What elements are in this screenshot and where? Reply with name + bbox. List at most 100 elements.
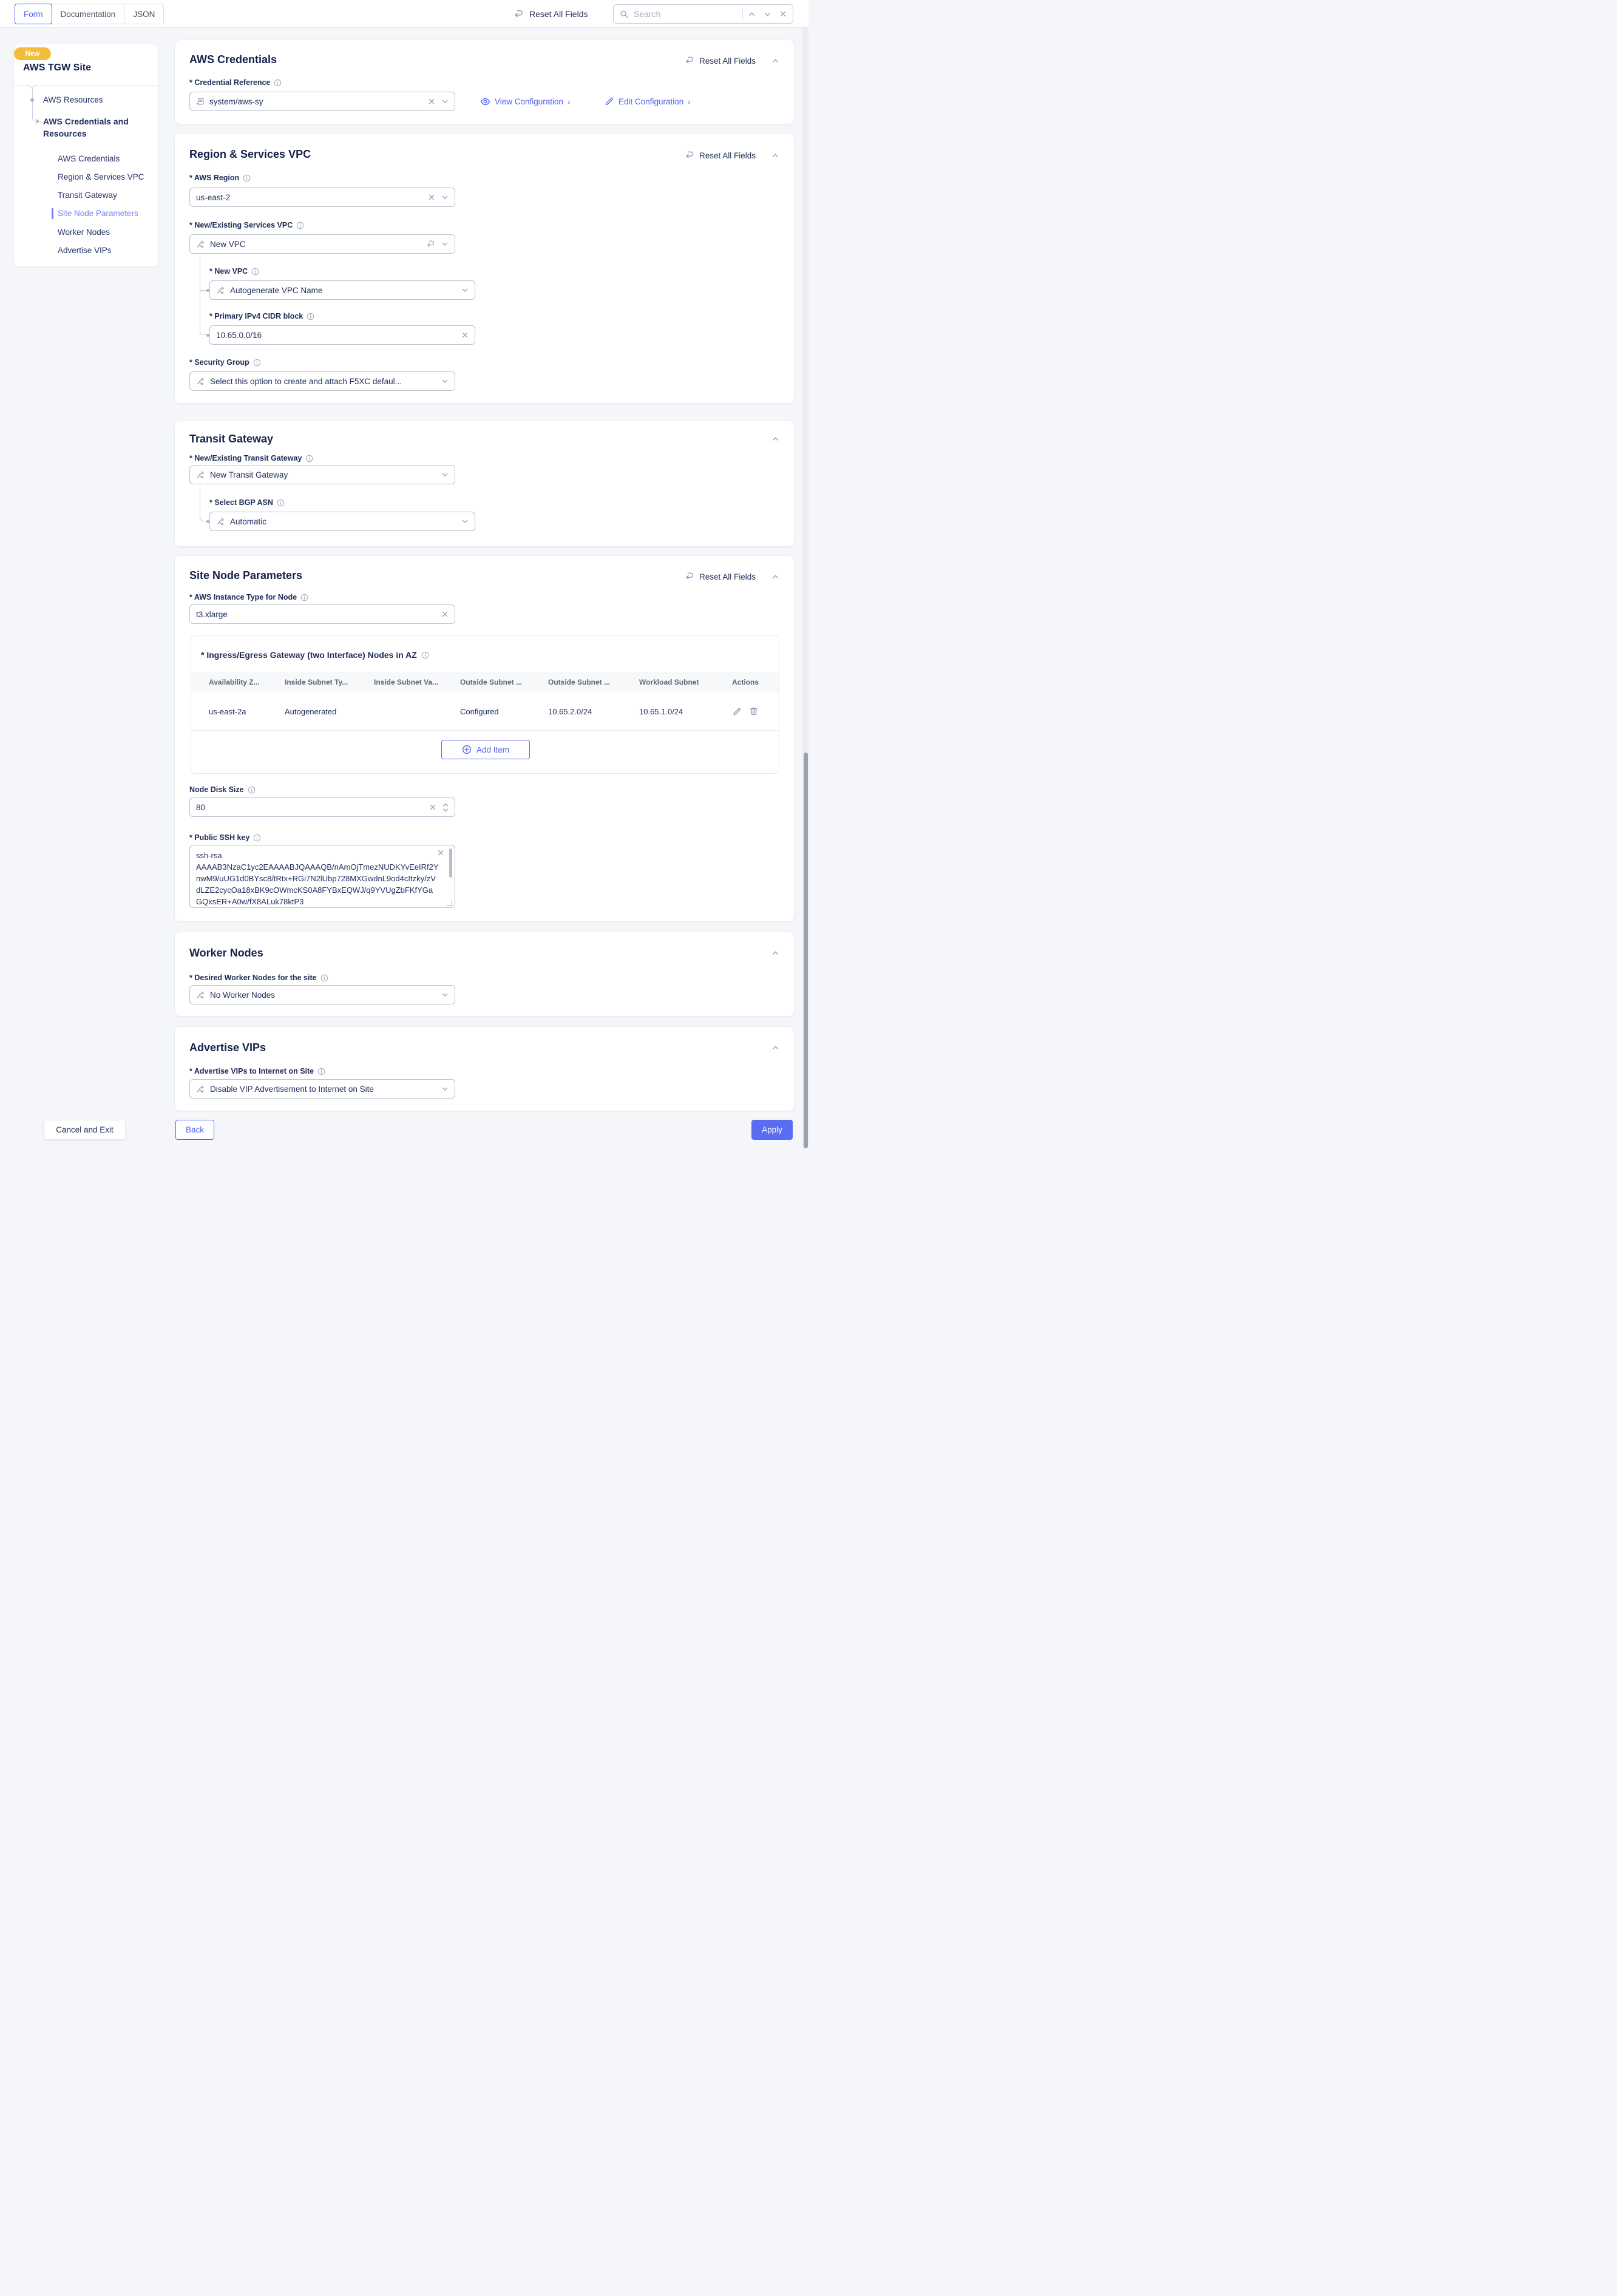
chevron-down-icon[interactable] bbox=[441, 240, 449, 248]
bgp-asn-select[interactable]: Automatic bbox=[209, 512, 475, 531]
advertise-vips-select[interactable]: Disable VIP Advertisement to Internet on… bbox=[189, 1079, 455, 1099]
search-divider bbox=[742, 8, 743, 19]
stepper-down-icon bbox=[442, 808, 449, 812]
clear-icon[interactable] bbox=[437, 849, 444, 856]
info-icon[interactable] bbox=[253, 359, 261, 367]
chevron-down-icon[interactable] bbox=[441, 378, 449, 385]
card-reset-all-fields-button[interactable]: Reset All Fields bbox=[685, 56, 756, 66]
card-reset-label: Reset All Fields bbox=[699, 572, 756, 581]
info-icon[interactable] bbox=[253, 834, 261, 842]
info-icon[interactable] bbox=[300, 594, 308, 601]
credential-reference-select[interactable]: system/aws-sy bbox=[189, 92, 455, 111]
view-tabs: Form Documentation JSON bbox=[15, 4, 164, 24]
column-availability-zone: Availability Z... bbox=[191, 678, 285, 686]
collapse-chevron-icon[interactable] bbox=[771, 949, 779, 957]
number-stepper[interactable] bbox=[442, 803, 449, 812]
collapse-chevron-icon[interactable] bbox=[771, 435, 779, 443]
search-box[interactable] bbox=[613, 4, 793, 24]
cell-availability-zone: us-east-2a bbox=[191, 707, 285, 716]
undo-icon[interactable] bbox=[426, 240, 435, 249]
collapse-chevron-icon[interactable] bbox=[771, 573, 779, 581]
edit-row-icon[interactable] bbox=[732, 706, 742, 716]
search-input[interactable] bbox=[634, 9, 737, 19]
info-icon[interactable] bbox=[274, 79, 282, 87]
services-vpc-select[interactable]: New VPC bbox=[189, 234, 455, 254]
info-icon[interactable] bbox=[317, 1068, 325, 1075]
sidebar-item-advertise-vips[interactable]: Advertise VIPs bbox=[58, 246, 112, 255]
clear-icon[interactable] bbox=[441, 611, 449, 618]
clear-icon[interactable] bbox=[429, 804, 436, 811]
sidebar-item-transit-gateway[interactable]: Transit Gateway bbox=[58, 191, 117, 200]
ssh-key-textarea[interactable]: ssh-rsa AAAAB3NzaC1yc2EAAAABJQAAAQB/nAmO… bbox=[189, 845, 455, 908]
info-icon[interactable] bbox=[277, 499, 285, 507]
search-next-icon[interactable] bbox=[764, 10, 771, 18]
desired-worker-nodes-select[interactable]: No Worker Nodes bbox=[189, 985, 455, 1004]
chevron-down-icon[interactable] bbox=[441, 194, 449, 201]
collapse-chevron-icon[interactable] bbox=[771, 57, 779, 65]
security-group-select[interactable]: Select this option to create and attach … bbox=[189, 371, 455, 391]
cell-outside-subnet-2: 10.65.2.0/24 bbox=[548, 707, 639, 716]
tab-form[interactable]: Form bbox=[15, 4, 52, 24]
tab-json[interactable]: JSON bbox=[124, 4, 164, 24]
clear-icon[interactable] bbox=[461, 331, 469, 339]
undo-icon bbox=[514, 9, 524, 19]
view-configuration-link[interactable]: View Configuration › bbox=[480, 97, 570, 107]
info-icon[interactable] bbox=[305, 455, 313, 462]
worker-nodes-card: Worker Nodes * Desired Worker Nodes for … bbox=[174, 932, 795, 1017]
info-icon[interactable] bbox=[296, 222, 304, 229]
search-icon bbox=[620, 10, 629, 19]
tab-documentation[interactable]: Documentation bbox=[52, 4, 125, 24]
chevron-down-icon[interactable] bbox=[441, 471, 449, 478]
add-item-button[interactable]: Add Item bbox=[441, 740, 530, 759]
sidebar-item-site-node-parameters[interactable]: Site Node Parameters bbox=[58, 209, 138, 218]
chevron-down-icon[interactable] bbox=[461, 286, 469, 294]
info-icon[interactable] bbox=[421, 651, 429, 659]
info-icon[interactable] bbox=[248, 786, 256, 794]
branch-option-icon bbox=[196, 240, 205, 249]
new-vpc-label: * New VPC bbox=[209, 267, 248, 276]
chevron-down-icon[interactable] bbox=[441, 1085, 449, 1092]
apply-button[interactable]: Apply bbox=[751, 1120, 793, 1140]
info-icon[interactable] bbox=[320, 974, 328, 982]
chevron-down-icon[interactable] bbox=[461, 518, 469, 525]
textarea-scrollbar-thumb[interactable] bbox=[449, 848, 452, 878]
card-reset-all-fields-button[interactable]: Reset All Fields bbox=[685, 151, 756, 160]
chevron-down-icon[interactable] bbox=[441, 991, 449, 998]
sidebar-item-worker-nodes[interactable]: Worker Nodes bbox=[58, 228, 110, 237]
reset-all-fields-button[interactable]: Reset All Fields bbox=[514, 0, 588, 28]
chevron-down-icon[interactable] bbox=[441, 98, 449, 105]
cancel-and-exit-button[interactable]: Cancel and Exit bbox=[44, 1120, 126, 1140]
search-close-icon[interactable] bbox=[779, 10, 787, 18]
page-scrollbar-thumb[interactable] bbox=[804, 753, 808, 1148]
card-reset-all-fields-button[interactable]: Reset All Fields bbox=[685, 572, 756, 581]
back-button[interactable]: Back bbox=[175, 1120, 214, 1140]
tab-json-label: JSON bbox=[133, 10, 155, 19]
collapse-chevron-icon[interactable] bbox=[771, 152, 779, 160]
transit-gateway-select[interactable]: New Transit Gateway bbox=[189, 465, 455, 484]
delete-row-icon[interactable] bbox=[749, 706, 759, 716]
collapse-chevron-icon[interactable] bbox=[771, 1044, 779, 1052]
cidr-block-input[interactable]: 10.65.0.0/16 bbox=[209, 325, 475, 345]
aws-region-select[interactable]: us-east-2 bbox=[189, 188, 455, 207]
node-disk-size-input[interactable]: 80 bbox=[189, 798, 455, 817]
edit-configuration-link[interactable]: Edit Configuration › bbox=[605, 97, 691, 106]
search-prev-icon[interactable] bbox=[748, 10, 756, 18]
clear-icon[interactable] bbox=[428, 194, 435, 201]
new-vpc-select[interactable]: Autogenerate VPC Name bbox=[209, 280, 475, 300]
branch-option-icon bbox=[196, 377, 205, 386]
sidebar-item-aws-credentials[interactable]: AWS Credentials bbox=[58, 154, 120, 163]
credential-reference-label: * Credential Reference bbox=[189, 78, 270, 87]
sidebar-item-aws-resources[interactable]: AWS Resources bbox=[43, 95, 103, 104]
info-icon[interactable] bbox=[251, 268, 259, 276]
info-icon[interactable] bbox=[307, 313, 314, 320]
new-vpc-value: Autogenerate VPC Name bbox=[230, 286, 456, 295]
sidebar-divider bbox=[14, 85, 159, 86]
branch-option-icon bbox=[196, 991, 205, 1000]
add-item-label: Add Item bbox=[476, 745, 509, 754]
sidebar-item-region-services-vpc[interactable]: Region & Services VPC bbox=[58, 172, 144, 181]
instance-type-input[interactable]: t3.xlarge bbox=[189, 604, 455, 624]
sidebar-item-aws-credentials-and-resources[interactable]: AWS Credentials and Resources bbox=[43, 115, 146, 140]
card-title: Region & Services VPC bbox=[189, 148, 311, 161]
info-icon[interactable] bbox=[243, 174, 251, 182]
clear-icon[interactable] bbox=[428, 98, 435, 105]
